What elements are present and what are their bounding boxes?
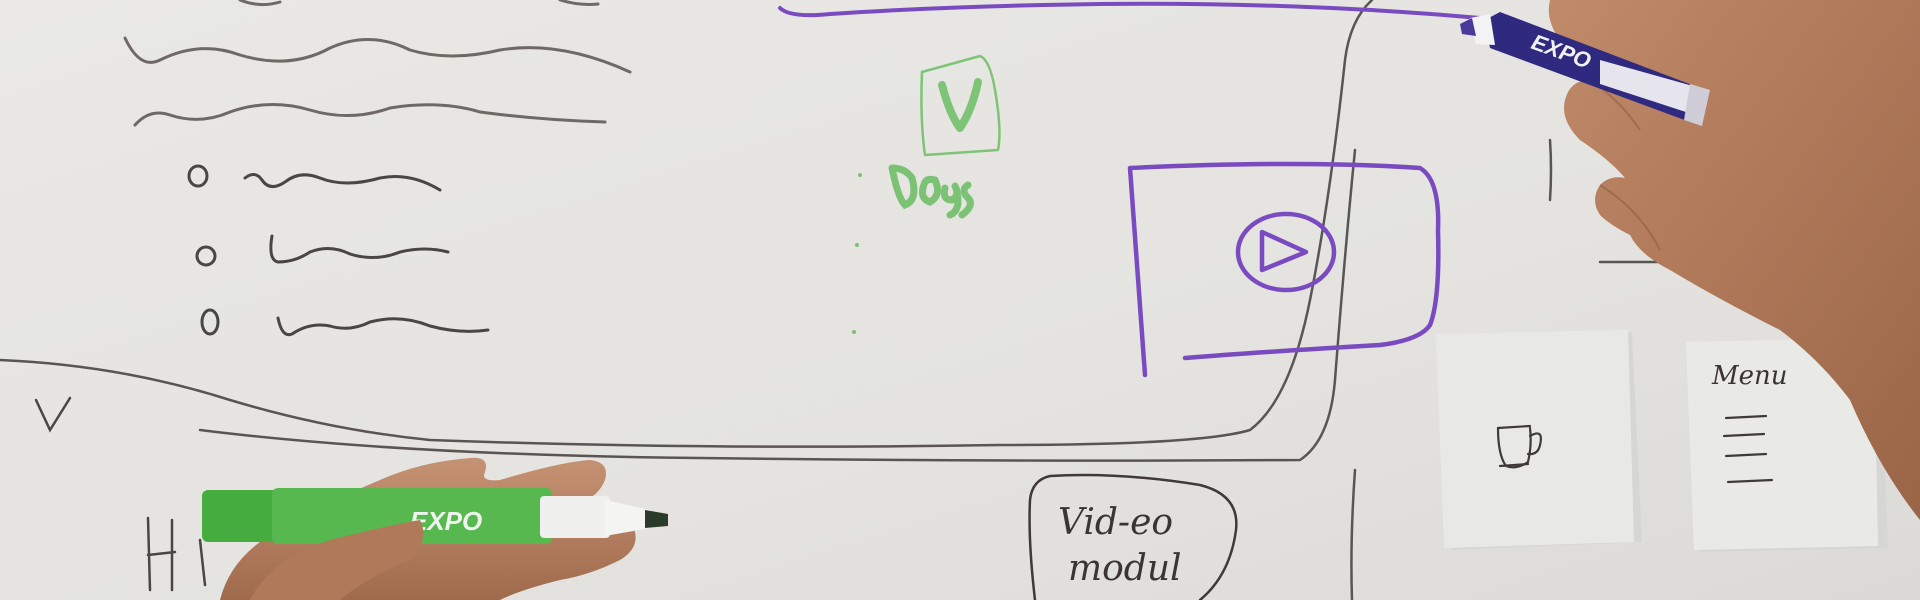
whiteboard-scene: Vid-eo modul Menu EXPO EXPO — [0, 0, 1920, 600]
svg-text:Vid-eo: Vid-eo — [1058, 502, 1173, 543]
green-marker: EXPO — [202, 488, 668, 544]
svg-text:Menu: Menu — [1711, 361, 1788, 391]
svg-text:modul: modul — [1068, 548, 1182, 589]
whiteboard-photo: Vid-eo modul Menu EXPO EXPO — [0, 0, 1920, 600]
sticky-note-cup — [1436, 330, 1642, 550]
